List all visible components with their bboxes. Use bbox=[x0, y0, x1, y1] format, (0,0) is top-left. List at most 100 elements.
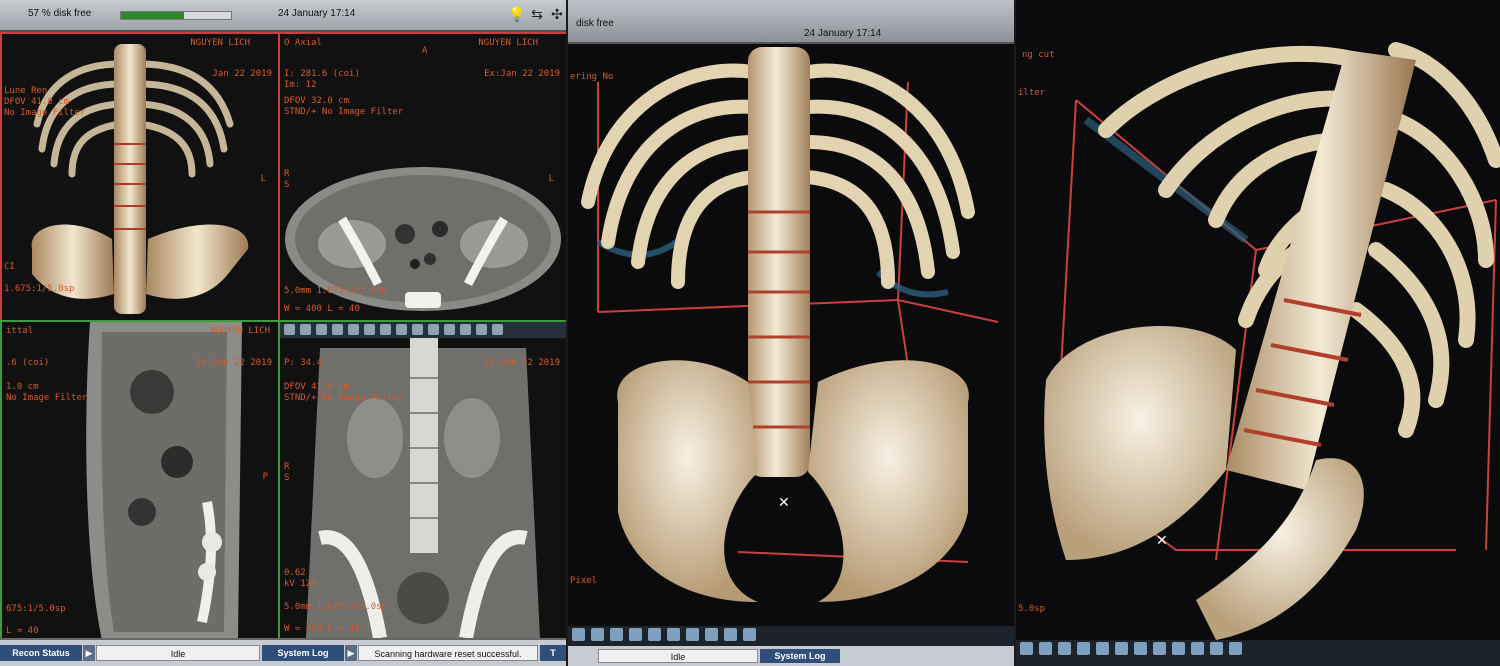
cine-icon[interactable] bbox=[724, 628, 737, 641]
orientation-s: S bbox=[284, 180, 290, 190]
sag-line3: No Image Filter bbox=[6, 393, 88, 403]
reset-icon[interactable] bbox=[1153, 642, 1166, 655]
pan-icon[interactable] bbox=[591, 628, 604, 641]
disk-free-label: disk free bbox=[576, 18, 614, 29]
layout-icon[interactable] bbox=[476, 324, 487, 335]
add-icon[interactable] bbox=[1191, 642, 1204, 655]
axial-line4: STND/+ No Image Filter bbox=[284, 107, 404, 117]
disk-usage-bar bbox=[120, 11, 232, 20]
svg-text:✕: ✕ bbox=[778, 495, 790, 511]
window-level-icon[interactable] bbox=[396, 324, 407, 335]
exam-date: Jan 22 2019 bbox=[212, 69, 272, 79]
lightbulb-icon[interactable]: 💡 bbox=[508, 5, 526, 23]
roi-icon[interactable] bbox=[380, 324, 391, 335]
orientation-ci: CI bbox=[4, 262, 15, 272]
recon-state: Idle bbox=[598, 649, 758, 663]
orientation-a: A bbox=[422, 46, 428, 56]
reset-icon[interactable] bbox=[705, 628, 718, 641]
cor-bottom0: 0.62 bbox=[284, 568, 306, 578]
system-log-button[interactable]: System Log bbox=[760, 649, 840, 663]
recon-state: Idle bbox=[96, 645, 260, 661]
tool-icons bbox=[1020, 642, 1242, 655]
tools-icon[interactable]: ✣ bbox=[548, 5, 566, 23]
measure-icon[interactable] bbox=[1077, 642, 1090, 655]
zoom-icon[interactable] bbox=[572, 628, 585, 641]
exam-date: Ex:Jan 22 2019 bbox=[484, 69, 560, 79]
orientation-r: R bbox=[284, 462, 290, 472]
viewport-volume-render[interactable]: NGUYEN LICH Jan 22 2019 Lune Ren DFOV 41… bbox=[0, 32, 280, 322]
spine-3d-render-oblique: ✕ bbox=[1044, 42, 1500, 640]
tool-icons bbox=[572, 628, 756, 641]
viewport-sagittal[interactable]: ittal NGUYEN LICH Ex:Jan 22 2019 .6 (coi… bbox=[0, 320, 280, 642]
pan-icon[interactable] bbox=[300, 324, 311, 335]
vr-line1: Lune Ren bbox=[4, 86, 48, 96]
arrows-icon[interactable]: ⇆ bbox=[528, 5, 546, 23]
bottom-annotation: 5.0sp bbox=[1018, 604, 1046, 614]
axial-bottom2: W = 400 L = 40 bbox=[284, 304, 360, 314]
roi-icon[interactable] bbox=[686, 628, 699, 641]
workstation-top-bar: disk free 24 January 17:14 bbox=[568, 0, 1016, 44]
orientation-s: S bbox=[284, 473, 290, 483]
disk-usage-fill bbox=[121, 12, 184, 19]
rotate-icon[interactable] bbox=[1058, 642, 1071, 655]
pan-icon[interactable] bbox=[1039, 642, 1052, 655]
annotate-icon[interactable] bbox=[667, 628, 680, 641]
cor-line3: STND/+ No Image Filter bbox=[284, 393, 404, 403]
cut-icon[interactable] bbox=[648, 628, 661, 641]
add-icon[interactable] bbox=[743, 628, 756, 641]
measure-icon[interactable] bbox=[332, 324, 343, 335]
recon-status-button[interactable]: Recon Status bbox=[0, 645, 82, 661]
cor-bottom3: W = 400 L = 40 bbox=[284, 624, 360, 634]
extra-tab[interactable]: T bbox=[540, 645, 566, 661]
invert-icon[interactable] bbox=[428, 324, 439, 335]
side-annotation: ng cut bbox=[1022, 50, 1055, 60]
vr-line4: 1.675:1/5.0sp bbox=[4, 284, 75, 294]
status-bar: Recon Status ▶ Idle System Log ▶ Scannin… bbox=[0, 638, 566, 666]
system-message: Scanning hardware reset successful. bbox=[358, 645, 538, 661]
play-icon[interactable]: ▶ bbox=[83, 645, 95, 661]
rotate-icon[interactable] bbox=[610, 628, 623, 641]
sag-line1: .6 (coi) bbox=[6, 358, 50, 368]
reset-icon[interactable] bbox=[444, 324, 455, 335]
zoom-icon[interactable] bbox=[1020, 642, 1033, 655]
annotate-icon[interactable] bbox=[364, 324, 375, 335]
system-log-button[interactable]: System Log bbox=[262, 645, 344, 661]
axial-line1: I: 281.6 (coi) bbox=[284, 69, 360, 79]
cine-icon[interactable] bbox=[1172, 642, 1185, 655]
layout-icon[interactable] bbox=[1210, 642, 1223, 655]
patient-name: NGUYEN LICH bbox=[210, 326, 270, 336]
play-icon[interactable]: ▶ bbox=[345, 645, 357, 661]
orientation-l: L bbox=[260, 174, 266, 184]
cut-icon[interactable] bbox=[1096, 642, 1109, 655]
spine-3d-render-front: ✕ bbox=[581, 47, 999, 602]
patient-name: NGUYEN LICH bbox=[190, 38, 250, 48]
cor-line1: P: 34.4 bbox=[284, 358, 322, 368]
save-icon[interactable] bbox=[1229, 642, 1242, 655]
viewport-coronal[interactable]: Ex:Jan 22 2019 P: 34.4 DFOV 41.0 cm STND… bbox=[278, 320, 566, 642]
zoom-icon[interactable] bbox=[284, 324, 295, 335]
bottom-toolbar: Idle System Log bbox=[568, 626, 1016, 666]
cor-bottom1: kV 120 bbox=[284, 579, 317, 589]
side-annotation: ering No bbox=[570, 72, 614, 82]
measure-icon[interactable] bbox=[629, 628, 642, 641]
series-title: O Axial bbox=[284, 38, 322, 48]
rotate-icon[interactable] bbox=[316, 324, 327, 335]
viewport-axial[interactable]: O Axial NGUYEN LICH A Ex:Jan 22 2019 I: … bbox=[278, 32, 566, 322]
vr-line2: DFOV 41.0 cm bbox=[4, 97, 70, 107]
orientation-p: P bbox=[262, 472, 268, 482]
text-icon[interactable] bbox=[348, 324, 359, 335]
roi-icon[interactable] bbox=[1134, 642, 1147, 655]
disk-free-label: 57 % disk free bbox=[28, 8, 92, 19]
exam-date: Ex:Jan 22 2019 bbox=[484, 358, 560, 368]
flip-icon[interactable] bbox=[412, 324, 423, 335]
axial-line2: Im: 12 bbox=[284, 80, 317, 90]
axial-line3: DFOV 32.0 cm bbox=[284, 96, 350, 106]
vr-line3: No Image Filter bbox=[4, 108, 86, 118]
series-title: ittal bbox=[6, 326, 34, 336]
cor-bottom2: 5.0mm 1.675:1/5.0sp bbox=[284, 602, 387, 612]
annotate-icon[interactable] bbox=[1115, 642, 1128, 655]
save-icon[interactable] bbox=[492, 324, 503, 335]
cine-icon[interactable] bbox=[460, 324, 471, 335]
workstation-top-bar: 57 % disk free 24 January 17:14 💡 ⇆ ✣ bbox=[0, 0, 566, 32]
patient-name: NGUYEN LICH bbox=[478, 38, 538, 48]
